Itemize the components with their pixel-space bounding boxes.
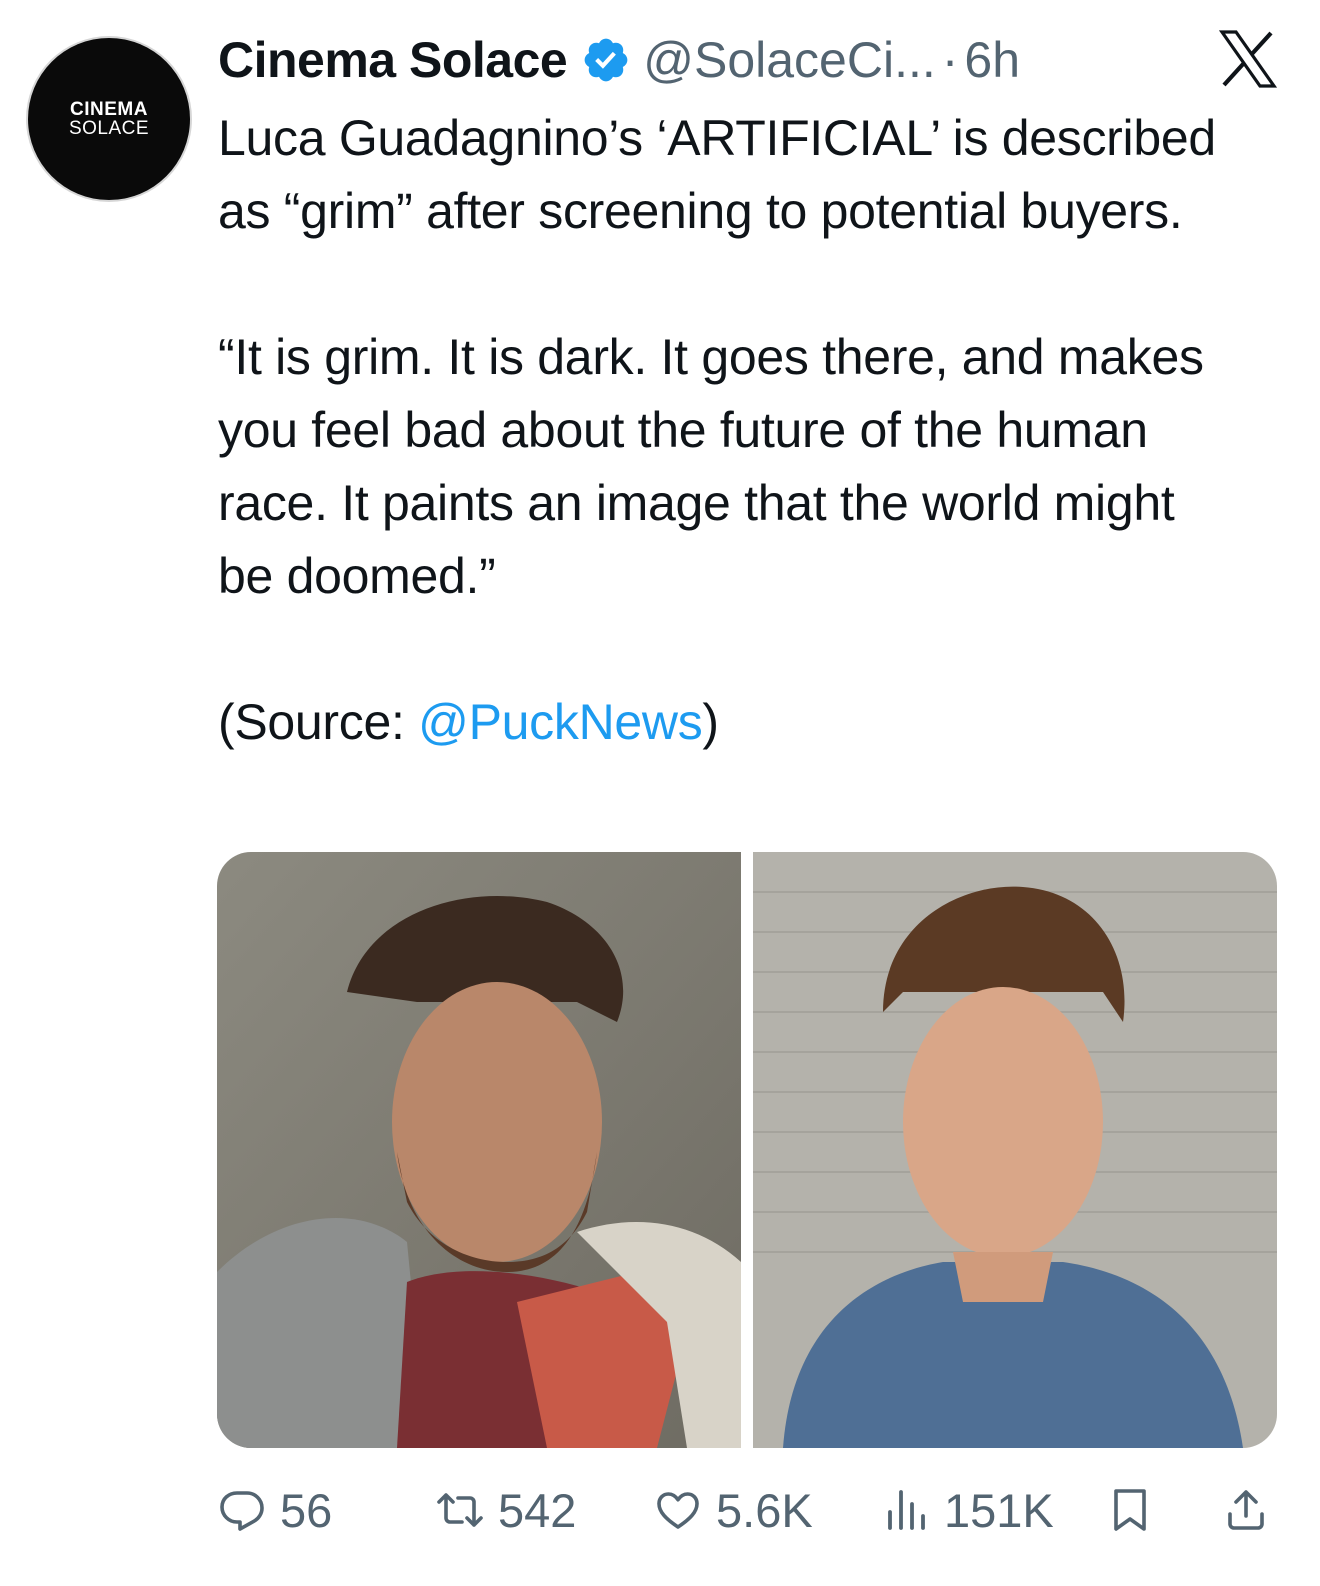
media-photo-1[interactable] [217,852,741,1448]
tweet-paragraph-2: “It is grim. It is dark. It goes there, … [218,329,1204,604]
source-suffix: ) [702,694,719,750]
share-icon [1228,1490,1264,1530]
author-avatar[interactable]: CINEMA SOLACE [28,38,190,200]
photo-1-illustration [217,852,741,1448]
tweet-text: Luca Guadagnino’s ‘ARTIFICIAL’ is descri… [218,102,1218,759]
source-link[interactable]: @PuckNews [418,694,703,750]
source-prefix: (Source: [218,694,419,750]
tweet-actions: 56 542 5.6K 151K [218,1478,1278,1542]
like-button[interactable]: 5.6K [654,1478,813,1542]
x-logo-icon[interactable] [1218,30,1278,88]
photo-2-illustration [753,852,1277,1448]
repost-icon [437,1493,483,1527]
media-photo-2[interactable] [753,852,1277,1448]
like-count: 5.6K [716,1483,813,1537]
like-icon [657,1492,699,1529]
repost-count: 542 [498,1483,577,1537]
reply-count: 56 [280,1483,333,1537]
reply-icon [220,1491,264,1531]
bookmark-button[interactable] [1106,1478,1154,1542]
author-handle[interactable]: @SolaceCi... [643,31,936,89]
media-grid [217,852,1277,1448]
separator-dot: · [941,32,959,88]
tweet-timestamp[interactable]: 6h [964,31,1020,89]
author-name[interactable]: Cinema Solace [218,31,568,89]
share-button[interactable] [1222,1478,1270,1542]
views-icon [888,1490,925,1530]
bookmark-icon [1114,1489,1146,1531]
view-count: 151K [944,1483,1054,1537]
tweet-source: (Source: @PuckNews) [218,686,1218,759]
avatar-text-solace: SOLACE [68,118,150,139]
views-button[interactable]: 151K [882,1478,1054,1542]
reply-button[interactable]: 56 [218,1478,332,1542]
repost-button[interactable]: 542 [436,1478,576,1542]
avatar-text-cinema: CINEMA [70,99,148,120]
tweet-header: Cinema Solace @SolaceCi... · 6h [218,30,1020,90]
verified-badge-icon [584,38,628,82]
tweet-paragraph-1: Luca Guadagnino’s ‘ARTIFICIAL’ is descri… [218,110,1216,239]
